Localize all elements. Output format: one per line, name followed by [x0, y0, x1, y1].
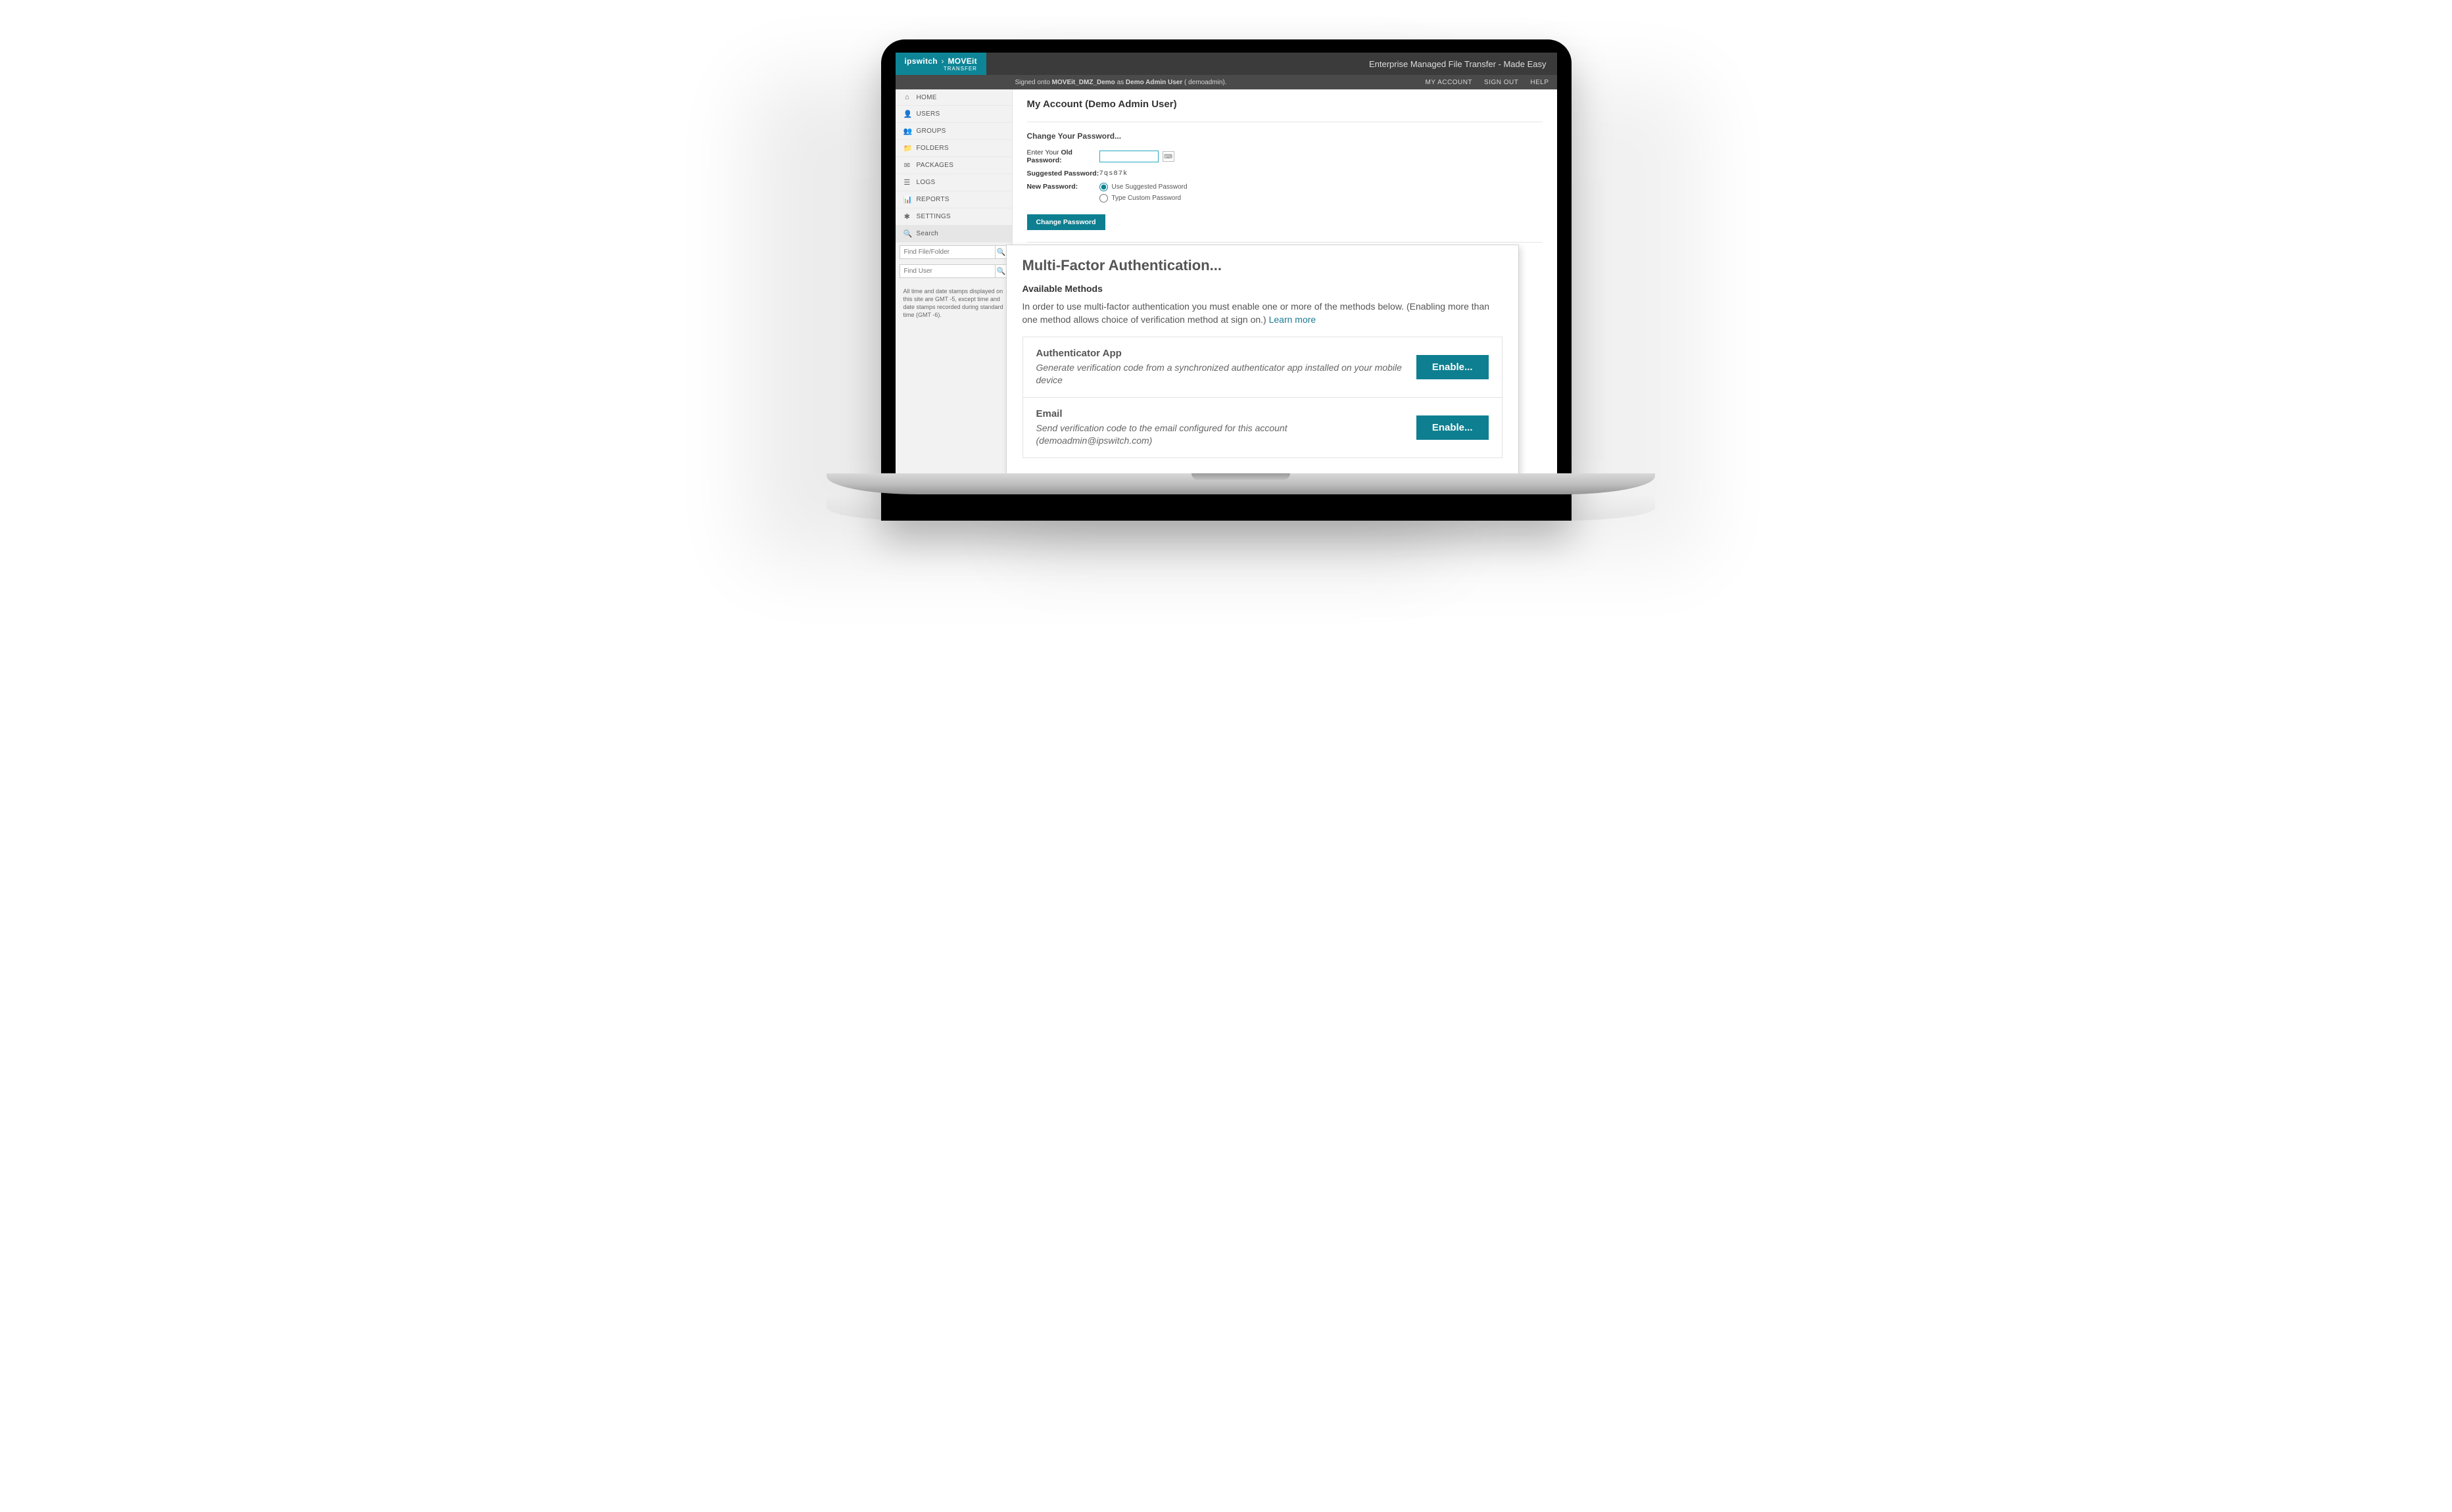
mfa-method-name: Authenticator App — [1036, 348, 1406, 359]
mfa-method-detail: Generate verification code from a synchr… — [1036, 362, 1406, 387]
sidebar-item-label: LOGS — [917, 179, 936, 186]
group-icon: 👥 — [903, 127, 911, 135]
folder-icon: 📁 — [903, 144, 911, 153]
gear-icon: ✱ — [903, 212, 911, 221]
sidebar-item-logs[interactable]: ☰ LOGS — [896, 174, 1012, 191]
subbar: Signed onto MOVEit_DMZ_Demo as Demo Admi… — [896, 75, 1557, 89]
old-pw-a: Enter Your — [1027, 149, 1061, 156]
topbar: ipswitch › MOVEit TRANSFER Enterprise Ma… — [896, 53, 1557, 75]
sidebar-item-label: HOME — [917, 94, 937, 101]
suggested-lbl-text: Suggested Password: — [1027, 170, 1099, 177]
chart-icon: 📊 — [903, 195, 911, 204]
mfa-desc-text: In order to use multi-factor authenticat… — [1022, 301, 1490, 325]
mfa-panel-title: Multi-Factor Authentication... — [1022, 257, 1502, 274]
status-user: Demo Admin User — [1126, 79, 1182, 86]
change-password-heading: Change Your Password... — [1027, 131, 1543, 141]
status-org: MOVEit_DMZ_Demo — [1052, 79, 1115, 86]
link-my-account[interactable]: MY ACCOUNT — [1426, 79, 1473, 86]
timezone-note: All time and date stamps displayed on th… — [896, 281, 1012, 326]
sidebar-item-label: REPORTS — [917, 196, 950, 203]
body-row: ⌂HOME 👤USERS 👥GROUPS 📁FOLDERS ✉PACKAGES … — [896, 89, 1557, 473]
nav-list: ⌂HOME 👤USERS 👥GROUPS 📁FOLDERS ✉PACKAGES … — [896, 89, 1012, 243]
sidebar-item-groups[interactable]: 👥 GROUPS — [896, 123, 1012, 140]
enable-email-button[interactable]: Enable... — [1416, 415, 1489, 440]
user-icon: 👤 — [903, 110, 911, 118]
suggested-password-value: 7qs87k — [1099, 170, 1128, 177]
mfa-method-detail: Send verification code to the email conf… — [1036, 422, 1406, 447]
sidebar-item-label: PACKAGES — [917, 162, 954, 169]
mfa-method-name: Email — [1036, 408, 1406, 419]
status-prefix: Signed onto — [1015, 79, 1052, 86]
sidebar-item-reports[interactable]: 📊 REPORTS — [896, 191, 1012, 208]
find-user-search: 🔍 — [900, 264, 1008, 278]
mfa-method-email: Email Send verification code to the emai… — [1023, 397, 1502, 458]
radio-use-suggested[interactable]: Use Suggested Password — [1099, 183, 1188, 191]
search-icon: 🔍 — [903, 229, 911, 238]
sidebar-item-label: FOLDERS — [917, 145, 949, 152]
sidebar-item-settings[interactable]: ✱ SETTINGS — [896, 208, 1012, 225]
radio-use-suggested-input[interactable] — [1099, 183, 1108, 191]
mfa-description: In order to use multi-factor authenticat… — [1022, 300, 1502, 326]
radio-custom-label: Type Custom Password — [1112, 195, 1182, 202]
app-root: ipswitch › MOVEit TRANSFER Enterprise Ma… — [896, 53, 1557, 473]
suggested-password-label: Suggested Password: — [1027, 170, 1099, 177]
laptop-reflection — [827, 494, 1655, 521]
find-file-input[interactable] — [900, 246, 995, 258]
mfa-method-authenticator: Authenticator App Generate verification … — [1023, 337, 1502, 397]
status-as: as — [1115, 79, 1126, 86]
sidebar-item-packages[interactable]: ✉ PACKAGES — [896, 157, 1012, 174]
radio-type-custom[interactable]: Type Custom Password — [1099, 194, 1188, 202]
mfa-method-list: Authenticator App Generate verification … — [1022, 337, 1502, 458]
change-password-button[interactable]: Change Password — [1027, 214, 1105, 230]
laptop-frame: ipswitch › MOVEit TRANSFER Enterprise Ma… — [881, 39, 1572, 521]
sidebar-item-folders[interactable]: 📁 FOLDERS — [896, 140, 1012, 157]
learn-more-link[interactable]: Learn more — [1269, 314, 1316, 325]
envelope-icon: ✉ — [903, 161, 911, 170]
sidebar-item-home[interactable]: ⌂ HOME — [896, 89, 1012, 106]
suggested-password-row: Suggested Password: 7qs87k — [1027, 170, 1543, 177]
brand-subtext: TRANSFER — [905, 66, 977, 72]
radio-use-label: Use Suggested Password — [1112, 183, 1188, 191]
sidebar-item-search[interactable]: 🔍 Search — [896, 225, 1012, 243]
sidebar-item-users[interactable]: 👤 USERS — [896, 106, 1012, 123]
subbar-links: MY ACCOUNT SIGN OUT HELP — [1426, 79, 1549, 86]
mfa-method-text: Email Send verification code to the emai… — [1036, 408, 1406, 447]
list-icon: ☰ — [903, 178, 911, 187]
screen: ipswitch › MOVEit TRANSFER Enterprise Ma… — [896, 53, 1557, 473]
main-content: My Account (Demo Admin User) Change Your… — [1013, 89, 1557, 473]
old-password-input[interactable] — [1099, 151, 1159, 162]
link-help[interactable]: HELP — [1530, 79, 1549, 86]
sidebar: ⌂HOME 👤USERS 👥GROUPS 📁FOLDERS ✉PACKAGES … — [896, 89, 1013, 473]
enable-authenticator-button[interactable]: Enable... — [1416, 355, 1489, 379]
sidebar-item-label: USERS — [917, 110, 940, 118]
find-user-input[interactable] — [900, 265, 995, 277]
topbar-title: Enterprise Managed File Transfer - Made … — [986, 59, 1557, 69]
page-title: My Account (Demo Admin User) — [1027, 99, 1543, 110]
brand-text-a: ipswitch — [905, 57, 938, 66]
brand-text-b: MOVEit — [948, 57, 976, 66]
mfa-method-text: Authenticator App Generate verification … — [1036, 348, 1406, 387]
mfa-panel: Multi-Factor Authentication... Available… — [1006, 245, 1519, 473]
brand-logo: ipswitch › MOVEit TRANSFER — [896, 53, 986, 75]
radio-type-custom-input[interactable] — [1099, 194, 1108, 202]
keyboard-icon[interactable]: ⌨ — [1163, 151, 1174, 162]
find-file-search: 🔍 — [900, 245, 1008, 259]
laptop-base — [827, 473, 1655, 494]
new-password-label: New Password: — [1027, 183, 1099, 191]
link-sign-out[interactable]: SIGN OUT — [1484, 79, 1518, 86]
old-password-row: Enter Your Old Password: ⌨ — [1027, 149, 1543, 164]
new-password-row: New Password: Use Suggested Password Typ… — [1027, 183, 1543, 205]
signin-status: Signed onto MOVEit_DMZ_Demo as Demo Admi… — [903, 79, 1426, 86]
divider — [1027, 242, 1543, 243]
old-password-label: Enter Your Old Password: — [1027, 149, 1099, 164]
sidebar-item-label: SETTINGS — [917, 213, 951, 220]
new-pw-lbl-text: New Password: — [1027, 183, 1078, 191]
sidebar-item-label: GROUPS — [917, 128, 946, 135]
brand-chevron: › — [939, 57, 947, 66]
mfa-available-methods-heading: Available Methods — [1022, 283, 1502, 294]
home-icon: ⌂ — [903, 93, 911, 101]
password-mode-options: Use Suggested Password Type Custom Passw… — [1099, 183, 1188, 205]
status-paren: ( demoadmin). — [1182, 79, 1226, 86]
sidebar-item-label: Search — [917, 230, 939, 237]
